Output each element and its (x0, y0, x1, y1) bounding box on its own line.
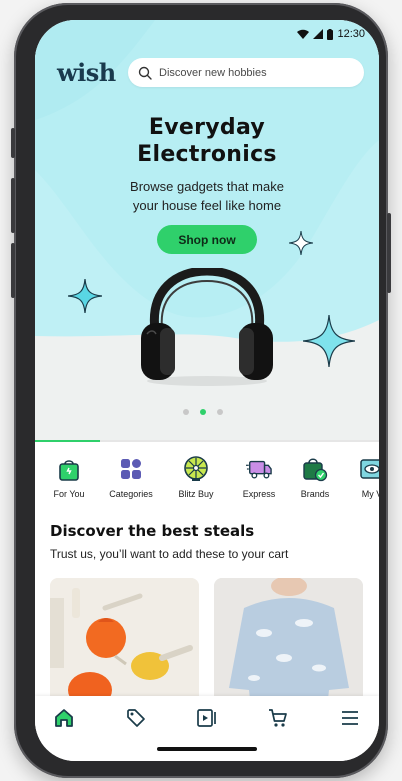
section-title: Discover the best steals (50, 522, 255, 540)
carousel-indicator[interactable] (183, 409, 223, 415)
video-icon[interactable] (195, 706, 219, 730)
cart-icon[interactable] (266, 706, 290, 730)
category-blitz-buy[interactable]: Blitz Buy (165, 456, 227, 499)
category-for-you[interactable]: For You (38, 456, 100, 499)
grid-icon (118, 456, 144, 482)
category-label: My V (361, 489, 379, 499)
wifi-icon (297, 29, 310, 39)
hero-subtitle: Browse gadgets that make your house feel… (107, 177, 307, 215)
sparkle-icon (68, 279, 102, 313)
battery-icon (327, 28, 334, 40)
shopping-bag-icon (56, 456, 82, 482)
search-bar[interactable]: Discover new hobbies (128, 58, 364, 87)
category-scroll-track (35, 440, 379, 442)
headphones-image[interactable] (138, 268, 276, 386)
category-label: Blitz Buy (178, 489, 214, 499)
hero-subtitle-line-2: your house feel like home (132, 198, 282, 213)
category-my-v[interactable]: My V (341, 456, 379, 499)
phone-side-button (11, 178, 15, 233)
category-label: For You (53, 489, 85, 499)
category-scroll-indicator (35, 440, 101, 442)
tag-icon[interactable] (124, 706, 148, 730)
home-indicator[interactable] (157, 747, 257, 751)
status-time: 12:30 (337, 28, 365, 40)
bottom-navigation (35, 696, 379, 761)
category-label: Categories (109, 489, 153, 499)
phone-side-button (11, 128, 15, 158)
app-screen: 12:30 wish Discover new hobbies Everyday… (35, 20, 379, 761)
hero-title-line-1: Everyday (148, 115, 266, 140)
carousel-dot[interactable] (217, 409, 223, 415)
status-bar: 12:30 (297, 28, 365, 40)
phone-side-button (387, 213, 391, 293)
home-icon[interactable] (52, 706, 76, 730)
category-categories[interactable]: Categories (100, 456, 162, 499)
delivery-truck-icon (246, 456, 272, 482)
sparkle-icon (303, 315, 355, 367)
wish-logo[interactable]: wish (57, 58, 116, 88)
shop-now-button[interactable]: Shop now (157, 225, 257, 254)
menu-icon[interactable] (338, 706, 362, 730)
phone-side-button (11, 243, 15, 298)
category-brands[interactable]: Brands (284, 456, 346, 499)
brand-bag-icon (302, 456, 328, 482)
eye-icon (359, 456, 379, 482)
hero-subtitle-line-1: Browse gadgets that make (130, 179, 284, 194)
category-label: Brands (300, 489, 330, 499)
search-icon (138, 66, 152, 80)
app-header: wish Discover new hobbies (35, 58, 379, 88)
hero-title-line-2: Electronics (137, 142, 277, 167)
hero-title: Everyday Electronics (35, 114, 379, 168)
carousel-dot-active[interactable] (200, 409, 206, 415)
category-express[interactable]: Express (228, 456, 290, 499)
wheel-icon (183, 456, 209, 482)
signal-icon (313, 29, 324, 39)
sparkle-icon (289, 231, 313, 255)
section-subtitle: Trust us, you’ll want to add these to yo… (50, 547, 289, 561)
category-label: Express (242, 489, 276, 499)
carousel-dot[interactable] (183, 409, 189, 415)
hero-banner[interactable]: 12:30 wish Discover new hobbies Everyday… (35, 20, 379, 440)
search-input[interactable]: Discover new hobbies (159, 67, 267, 79)
category-strip[interactable]: For You Categories Blitz Buy Express Bra… (35, 456, 379, 506)
